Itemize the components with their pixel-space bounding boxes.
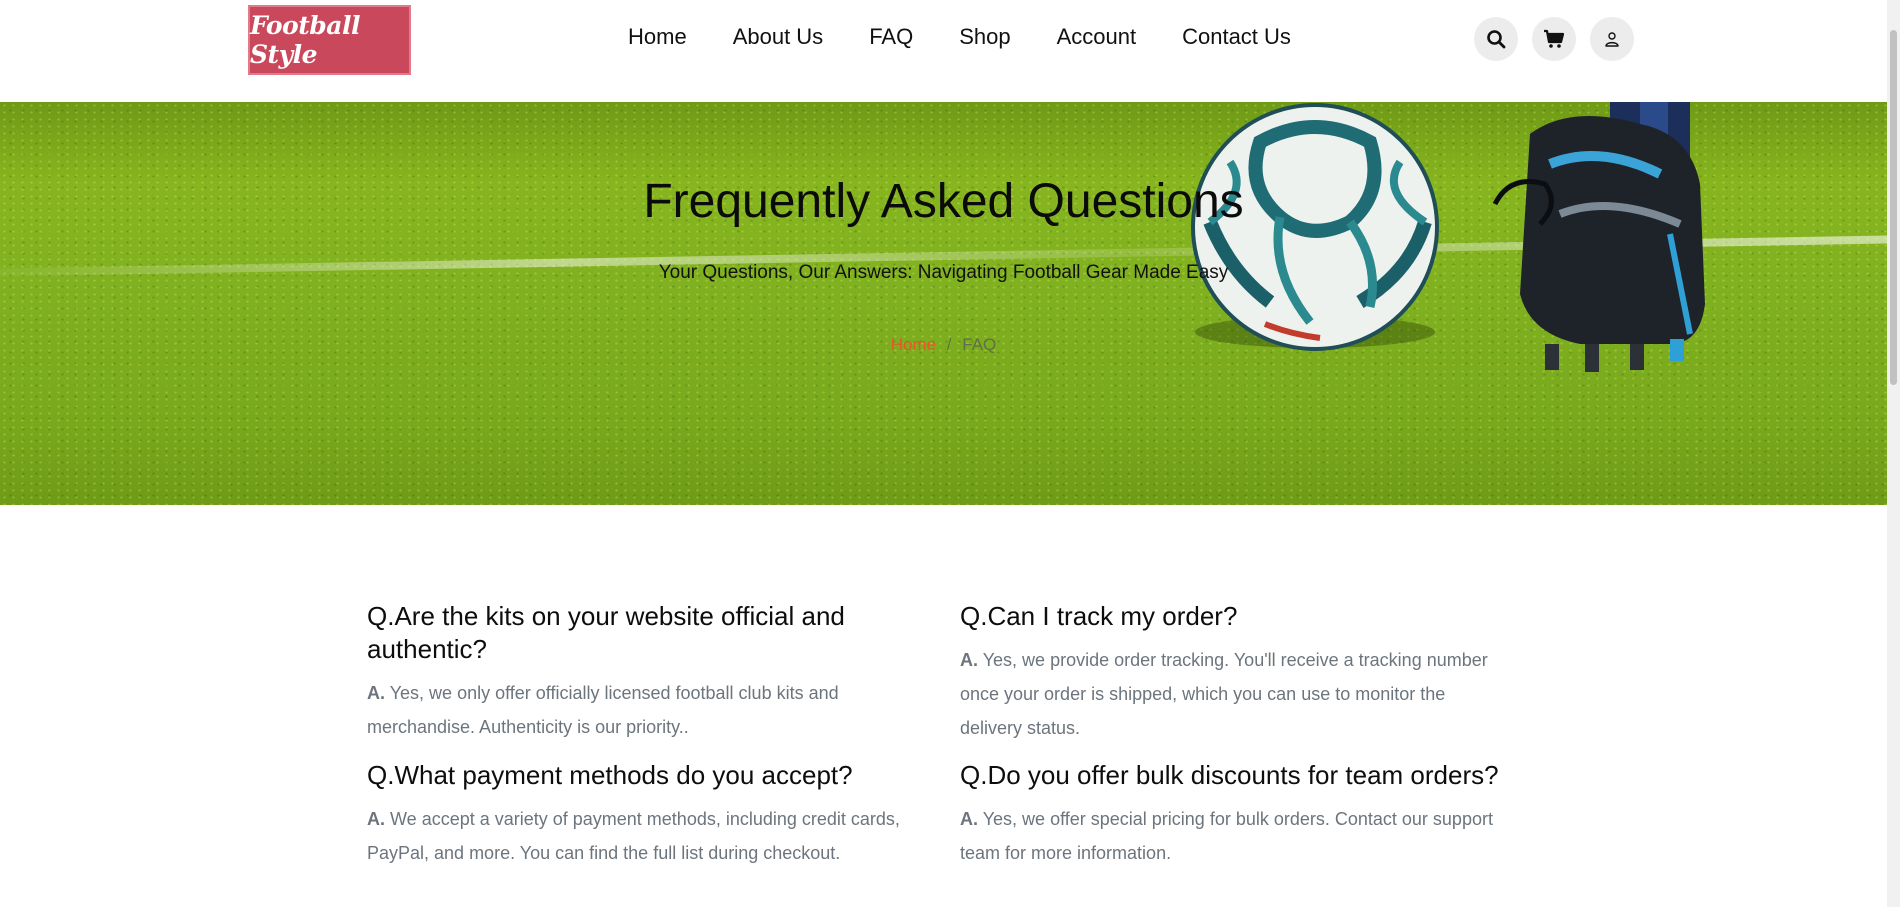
football-image	[1191, 103, 1439, 351]
faq-answer-text: Yes, we provide order tracking. You'll r…	[960, 650, 1488, 738]
search-icon	[1487, 30, 1506, 49]
faq-question: Q.Do you offer bulk discounts for team o…	[960, 760, 1499, 790]
logo-text: Football Style	[250, 11, 360, 69]
breadcrumb-current: FAQ	[962, 335, 997, 354]
football-boot-image	[1492, 102, 1705, 372]
page-scrollbar[interactable]	[1887, 0, 1900, 907]
nav-shop[interactable]: Shop	[959, 24, 1010, 50]
cart-icon	[1544, 29, 1565, 48]
answer-prefix: A.	[960, 809, 978, 829]
nav-home[interactable]: Home	[628, 24, 687, 50]
faq-item: Q.Can I track my order? A. Yes, we provi…	[960, 600, 1505, 745]
breadcrumb: Home / FAQ	[0, 335, 1887, 355]
faq-answer-text: We accept a variety of payment methods, …	[367, 809, 900, 863]
faq-answer: A. We accept a variety of payment method…	[367, 802, 912, 870]
user-icon	[1605, 32, 1619, 47]
faq-answer: A. Yes, we offer special pricing for bul…	[960, 802, 1505, 870]
faq-answer-text: Yes, we only offer officially licensed f…	[367, 683, 839, 737]
faq-answer-text: Yes, we offer special pricing for bulk o…	[960, 809, 1493, 863]
answer-prefix: A.	[367, 809, 385, 829]
faq-list: Q.Are the kits on your website official …	[367, 600, 1537, 884]
page-subtitle: Your Questions, Our Answers: Navigating …	[658, 262, 1229, 283]
hero-banner: Frequently Asked Questions Your Question…	[0, 102, 1887, 505]
nav-faq[interactable]: FAQ	[869, 24, 913, 50]
nav-about-us[interactable]: About Us	[733, 24, 824, 50]
breadcrumb-home-link[interactable]: Home	[891, 335, 936, 354]
page-title: Frequently Asked Questions	[643, 175, 1244, 228]
cart-button[interactable]	[1532, 17, 1576, 61]
nav-account[interactable]: Account	[1057, 24, 1137, 50]
search-button[interactable]	[1474, 17, 1518, 61]
site-header: Football Style Home About Us FAQ Shop Ac…	[0, 0, 1887, 102]
answer-prefix: A.	[367, 683, 385, 703]
header-actions	[1474, 17, 1634, 61]
faq-question: Q.Are the kits on your website official …	[367, 601, 845, 664]
answer-prefix: A.	[960, 650, 978, 670]
nav-contact-us[interactable]: Contact Us	[1182, 24, 1291, 50]
faq-item: Q.Are the kits on your website official …	[367, 600, 912, 745]
main-nav: Home About Us FAQ Shop Account Contact U…	[628, 24, 1291, 50]
faq-question: Q.What payment methods do you accept?	[367, 760, 853, 790]
faq-answer: A. Yes, we provide order tracking. You'l…	[960, 643, 1505, 745]
faq-item: Q.Do you offer bulk discounts for team o…	[960, 759, 1505, 870]
account-button[interactable]	[1590, 17, 1634, 61]
logo[interactable]: Football Style	[248, 5, 411, 75]
faq-question: Q.Can I track my order?	[960, 601, 1238, 631]
faq-item: Q.What payment methods do you accept? A.…	[367, 759, 912, 870]
faq-answer: A. Yes, we only offer officially license…	[367, 676, 912, 744]
scrollbar-thumb[interactable]	[1890, 30, 1897, 385]
breadcrumb-separator: /	[946, 335, 952, 354]
